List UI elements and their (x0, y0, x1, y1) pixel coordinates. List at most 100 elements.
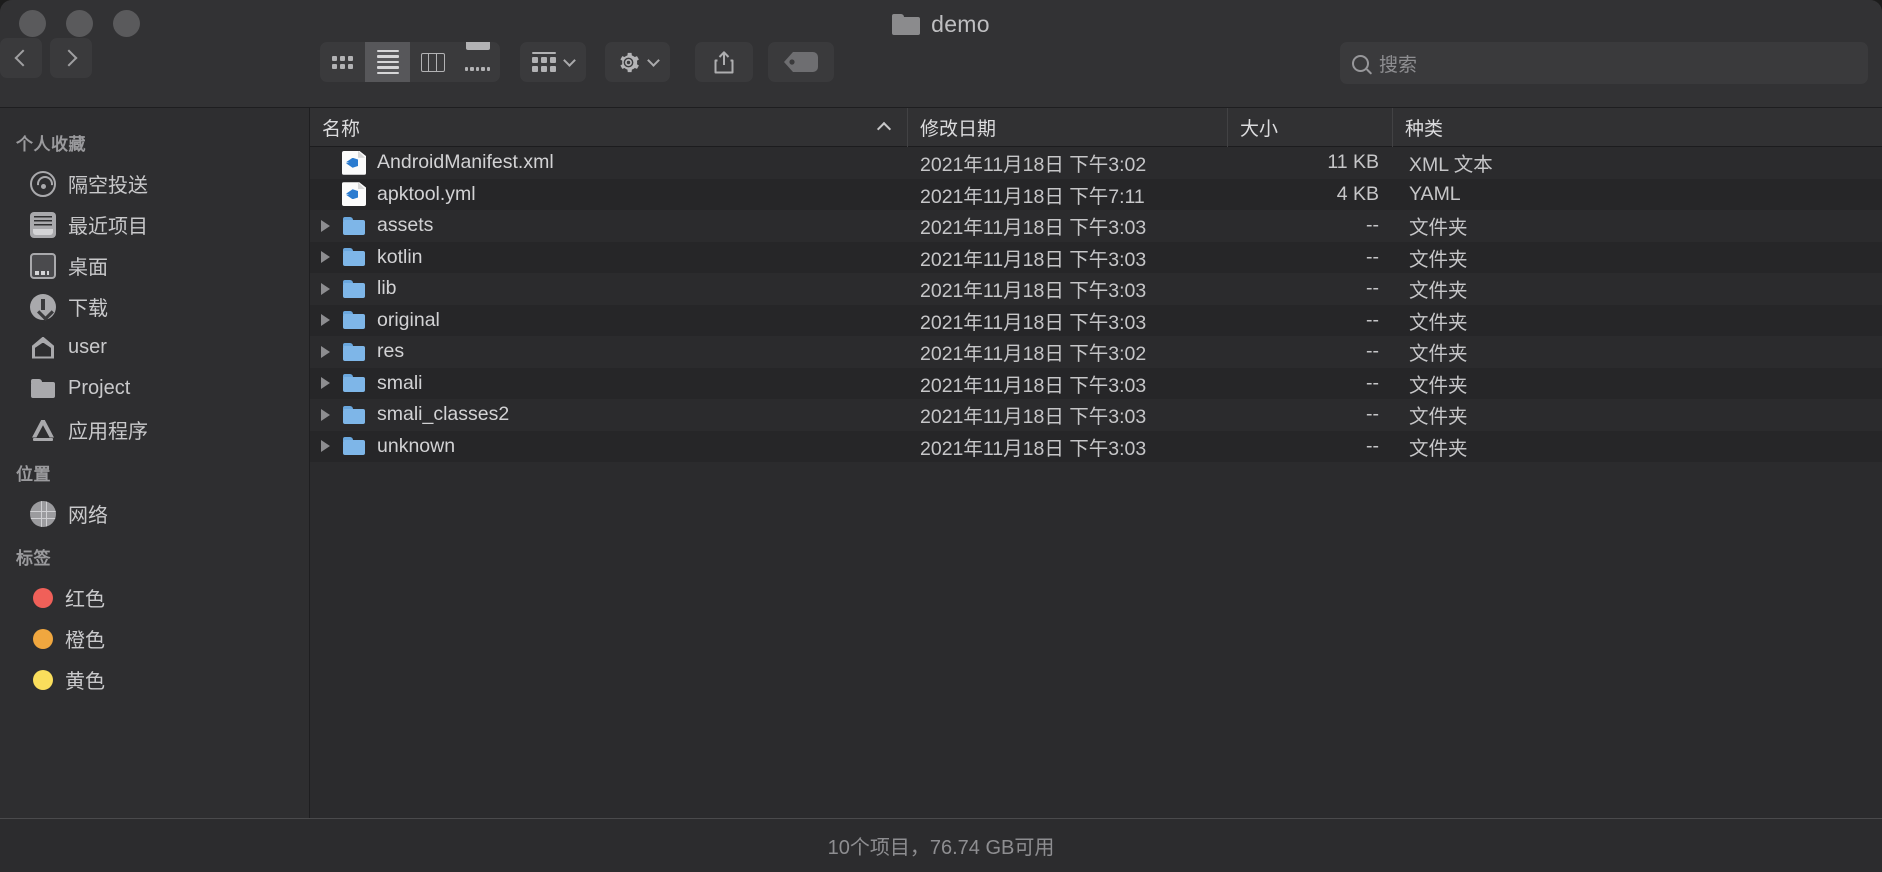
cell-name: AndroidManifest.xml (310, 150, 908, 175)
sidebar-item-airdrop[interactable]: 隔空投送 (0, 163, 309, 204)
table-row[interactable]: kotlin 2021年11月18日 下午3:03 -- 文件夹 (310, 241, 1882, 273)
column-header-label: 修改日期 (920, 118, 997, 140)
cell-size: -- (1366, 277, 1379, 300)
cell-date: 2021年11月18日 下午3:03 (920, 248, 1147, 271)
sidebar-item-label: 红色 (65, 589, 105, 611)
cell-date: 2021年11月18日 下午3:03 (920, 406, 1147, 429)
cell-size: -- (1366, 308, 1379, 331)
sidebar-item-recents[interactable]: 最近项目 (0, 204, 309, 245)
sidebar-item-downloads[interactable]: 下载 (0, 286, 309, 327)
sidebar-item-tag-red[interactable]: 红色 (0, 577, 309, 618)
gallery-view-button[interactable] (455, 42, 500, 82)
column-header-size[interactable]: 大小 (1228, 107, 1393, 147)
table-row[interactable]: res 2021年11月18日 下午3:02 -- 文件夹 (310, 336, 1882, 368)
cell-name: apktool.yml (310, 182, 908, 207)
sidebar-section-tags-title: 标签 (16, 549, 51, 568)
finder-window: demo 搜索 个人收藏 隔空投送 最近项目 桌面 下载 user Projec… (0, 0, 1882, 872)
cell-kind: 文件夹 (1409, 343, 1468, 366)
group-by-button[interactable] (520, 42, 586, 82)
chevron-down-icon (647, 53, 660, 67)
sidebar-item-tag-yellow[interactable]: 黄色 (0, 659, 309, 700)
file-name-label: apktool.yml (377, 182, 476, 205)
cell-size: -- (1366, 245, 1379, 268)
sidebar-item-desktop[interactable]: 桌面 (0, 245, 309, 286)
table-row[interactable]: unknown 2021年11月18日 下午3:03 -- 文件夹 (310, 430, 1882, 462)
column-header-label: 种类 (1405, 118, 1444, 140)
cell-date: 2021年11月18日 下午3:03 (920, 311, 1147, 334)
sidebar-item-tag-orange[interactable]: 橙色 (0, 618, 309, 659)
chevron-down-icon (563, 53, 576, 67)
group-icon (532, 51, 556, 73)
table-row[interactable]: original 2021年11月18日 下午3:03 -- 文件夹 (310, 304, 1882, 336)
file-name-label: assets (377, 214, 434, 237)
cell-kind: 文件夹 (1409, 280, 1468, 303)
cell-kind: 文件夹 (1409, 374, 1468, 397)
search-icon (1352, 54, 1369, 72)
disclosure-triangle-icon[interactable] (318, 406, 336, 424)
sidebar-item-applications[interactable]: 应用程序 (0, 409, 309, 450)
tag-icon (784, 52, 818, 72)
tags-button[interactable] (768, 42, 834, 82)
disclosure-triangle-icon[interactable] (318, 217, 336, 235)
forward-button[interactable] (50, 38, 92, 78)
sidebar-item-project[interactable]: Project (0, 368, 309, 409)
cell-kind: 文件夹 (1409, 248, 1468, 271)
file-name-label: unknown (377, 434, 456, 457)
downloads-icon (30, 293, 56, 320)
cell-name: res (310, 340, 908, 364)
list-view-button[interactable] (365, 42, 410, 82)
cell-kind: 文件夹 (1409, 217, 1468, 240)
cell-name: lib (310, 277, 908, 301)
tag-dot-icon (33, 628, 53, 649)
disclosure-triangle-icon[interactable] (318, 280, 336, 298)
disclosure-triangle-icon[interactable] (318, 343, 336, 361)
search-field[interactable]: 搜索 (1340, 42, 1868, 84)
disclosure-triangle-icon[interactable] (318, 248, 336, 266)
table-row[interactable]: apktool.yml 2021年11月18日 下午7:11 4 KB YAML (310, 178, 1882, 210)
sidebar-item-label: 最近项目 (68, 216, 148, 238)
column-header-date[interactable]: 修改日期 (908, 107, 1228, 147)
sidebar-section-favorites-title: 个人收藏 (16, 135, 86, 154)
chevron-left-icon (14, 49, 32, 67)
disclosure-triangle-icon[interactable] (318, 311, 336, 329)
back-button[interactable] (0, 38, 42, 78)
column-view-button[interactable] (410, 42, 455, 82)
file-name-label: kotlin (377, 245, 423, 268)
disclosure-triangle-icon[interactable] (318, 374, 336, 392)
icon-view-button[interactable] (320, 42, 365, 82)
file-name-label: original (377, 308, 440, 331)
cell-name: smali_classes2 (310, 403, 908, 427)
sort-ascending-icon (876, 121, 892, 137)
share-button[interactable] (695, 42, 753, 82)
table-row[interactable]: lib 2021年11月18日 下午3:03 -- 文件夹 (310, 273, 1882, 305)
window-body: 个人收藏 隔空投送 最近项目 桌面 下载 user Project 应用程序 位… (0, 107, 1882, 818)
file-list: 名称 修改日期 大小 种类 AndroidManifest.xml 2021年11… (310, 107, 1882, 818)
cell-name: original (310, 308, 908, 332)
sidebar-item-user[interactable]: user (0, 327, 309, 368)
file-name-label: smali_classes2 (377, 403, 510, 426)
table-row[interactable]: smali_classes2 2021年11月18日 下午3:03 -- 文件夹 (310, 399, 1882, 431)
search-placeholder: 搜索 (1379, 54, 1418, 76)
recents-icon (30, 211, 56, 238)
cell-size: -- (1366, 214, 1379, 237)
cell-date: 2021年11月18日 下午7:11 (920, 185, 1145, 208)
tag-dot-icon (33, 669, 53, 690)
disclosure-triangle-icon[interactable] (318, 437, 336, 455)
sidebar-item-label: 橙色 (65, 630, 105, 652)
table-row[interactable]: AndroidManifest.xml 2021年11月18日 下午3:02 11 … (310, 147, 1882, 179)
table-row[interactable]: smali 2021年11月18日 下午3:03 -- 文件夹 (310, 367, 1882, 399)
column-header-label: 大小 (1240, 118, 1279, 140)
cell-name: smali (310, 371, 908, 395)
column-header-name[interactable]: 名称 (310, 107, 908, 147)
file-name-label: lib (377, 277, 397, 300)
table-row[interactable]: assets 2021年11月18日 下午3:03 -- 文件夹 (310, 210, 1882, 242)
sidebar-item-network[interactable]: 网络 (0, 493, 309, 534)
folder-icon (342, 434, 366, 458)
status-bar: 10个项目，76.74 GB可用 (0, 818, 1882, 872)
column-header-kind[interactable]: 种类 (1393, 108, 1882, 147)
actions-button[interactable] (605, 42, 670, 82)
cell-size: -- (1366, 403, 1379, 426)
cell-size: 4 KB (1336, 182, 1379, 205)
folder-icon (342, 371, 366, 395)
title-bar: demo 搜索 (0, 0, 1882, 108)
